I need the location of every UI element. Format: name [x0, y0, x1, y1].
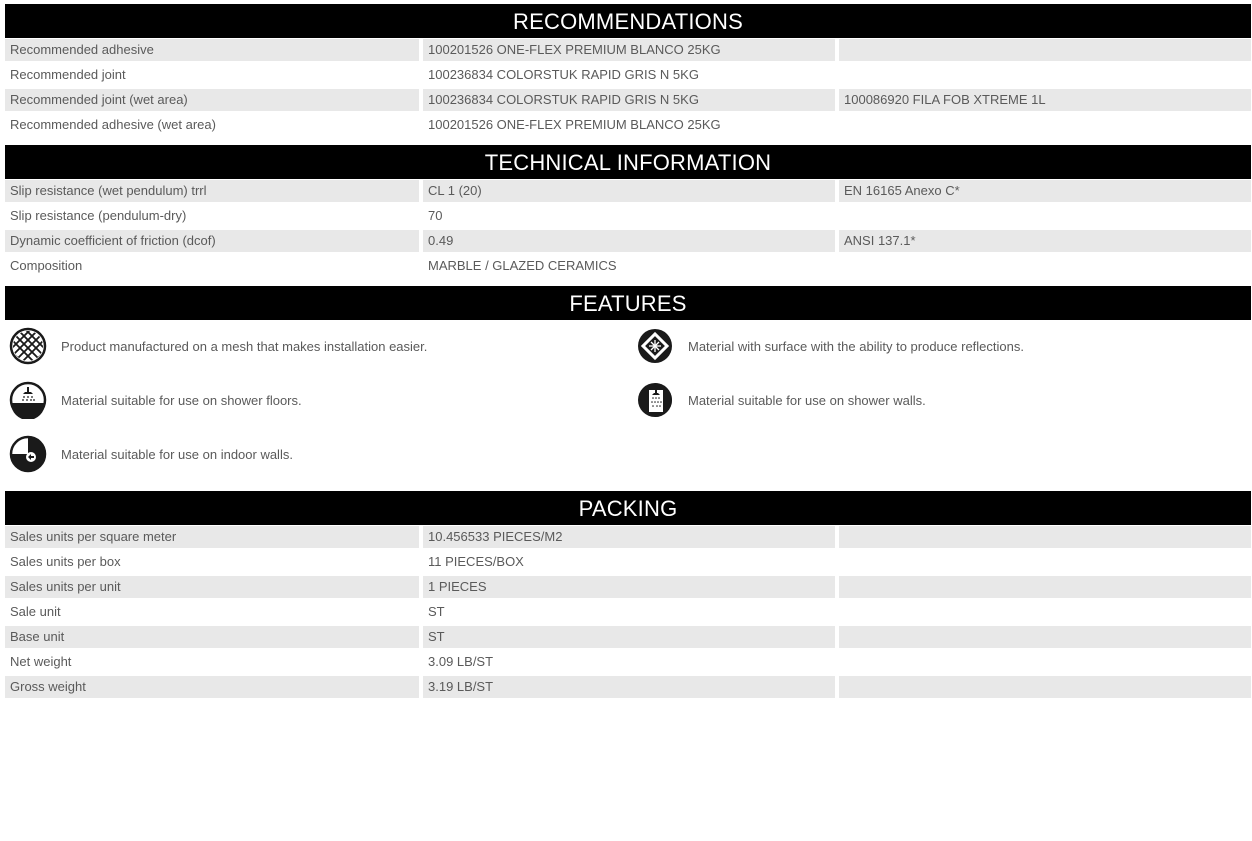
row-label: Composition: [10, 258, 83, 273]
row-extra: [839, 598, 1251, 625]
feature-text: Product manufactured on a mesh that make…: [61, 338, 428, 354]
feature-text: Material suitable for use on indoor wall…: [61, 446, 293, 462]
product-spec-sheet: RECOMMENDATIONS Recommended adhesive 100…: [5, 4, 1251, 698]
row-extra: [839, 252, 1251, 279]
feature-item: Material suitable for use on shower floo…: [9, 380, 302, 420]
table-row: Sales units per square meter 10.456533 P…: [5, 526, 1251, 548]
row-value: 3.19 LB/ST: [423, 676, 835, 698]
row-extra: [839, 526, 1251, 548]
table-row: Slip resistance (wet pendulum) trrl CL 1…: [5, 180, 1251, 202]
row-label: Recommended adhesive: [5, 39, 419, 61]
reflection-icon: [638, 329, 672, 363]
row-value: ST: [428, 604, 445, 619]
row-value: MARBLE / GLAZED CERAMICS: [428, 258, 617, 273]
feature-text: Material suitable for use on shower floo…: [61, 392, 302, 408]
row-extra: [839, 111, 1251, 138]
recommendations-header: RECOMMENDATIONS: [5, 4, 1251, 38]
table-row: Gross weight 3.19 LB/ST: [5, 676, 1251, 698]
row-value: 1 PIECES: [423, 576, 835, 598]
feature-item: Material suitable for use on indoor wall…: [9, 434, 293, 474]
row-extra: [839, 61, 1251, 88]
shower-wall-icon: [638, 383, 672, 417]
row-value: 3.09 LB/ST: [428, 654, 494, 669]
row-value: 100201526 ONE-FLEX PREMIUM BLANCO 25KG: [423, 39, 835, 61]
row-extra: EN 16165 Anexo C*: [839, 180, 1251, 202]
row-label: Recommended joint (wet area): [5, 89, 419, 111]
row-label: Sales units per box: [10, 554, 121, 569]
table-row: Recommended joint (wet area) 100236834 C…: [5, 89, 1251, 111]
row-label: Recommended adhesive (wet area): [10, 117, 216, 132]
table-row: Sale unit ST: [5, 598, 1251, 625]
row-label: Sales units per unit: [5, 576, 419, 598]
row-value: 11 PIECES/BOX: [428, 554, 524, 569]
packing-header: PACKING: [5, 491, 1251, 525]
row-label: Base unit: [5, 626, 419, 648]
row-value: 100201526 ONE-FLEX PREMIUM BLANCO 25KG: [428, 117, 721, 132]
technical-header: TECHNICAL INFORMATION: [5, 145, 1251, 179]
row-extra: 100086920 FILA FOB XTREME 1L: [839, 89, 1251, 111]
row-extra: [839, 576, 1251, 598]
feature-item: Product manufactured on a mesh that make…: [9, 326, 427, 366]
row-label: Sale unit: [10, 604, 61, 619]
features-header: FEATURES: [5, 286, 1251, 320]
table-row: Recommended adhesive 100201526 ONE-FLEX …: [5, 39, 1251, 61]
row-extra: [839, 648, 1251, 675]
feature-text: Material suitable for use on shower wall…: [688, 392, 926, 408]
row-extra: ANSI 137.1*: [839, 230, 1251, 252]
table-row: Composition MARBLE / GLAZED CERAMICS: [5, 252, 1251, 279]
row-label: Dynamic coefficient of friction (dcof): [5, 230, 419, 252]
table-row: Sales units per unit 1 PIECES: [5, 576, 1251, 598]
mesh-icon: [9, 327, 47, 365]
row-extra: [839, 202, 1251, 229]
row-value: 70: [428, 208, 443, 223]
table-row: Net weight 3.09 LB/ST: [5, 648, 1251, 675]
row-label: Recommended joint: [10, 67, 126, 82]
row-extra: [839, 39, 1251, 61]
row-extra: [839, 676, 1251, 698]
table-row: Sales units per box 11 PIECES/BOX: [5, 548, 1251, 575]
indoor-wall-icon: [9, 435, 47, 473]
shower-floor-icon: [9, 381, 47, 419]
feature-item: Material with surface with the ability t…: [636, 326, 1024, 366]
row-value: ST: [423, 626, 835, 648]
row-label: Net weight: [10, 654, 72, 669]
row-label: Sales units per square meter: [5, 526, 419, 548]
features-list: Product manufactured on a mesh that make…: [5, 320, 1251, 491]
row-value: 0.49: [423, 230, 835, 252]
row-extra: [839, 548, 1251, 575]
row-value: CL 1 (20): [423, 180, 835, 202]
row-label: Slip resistance (wet pendulum) trrl: [5, 180, 419, 202]
row-extra: [839, 626, 1251, 648]
row-label: Gross weight: [5, 676, 419, 698]
row-value: 10.456533 PIECES/M2: [423, 526, 835, 548]
row-value: 100236834 COLORSTUK RAPID GRIS N 5KG: [428, 67, 699, 82]
table-row: Slip resistance (pendulum-dry) 70: [5, 202, 1251, 229]
table-row: Recommended joint 100236834 COLORSTUK RA…: [5, 61, 1251, 88]
row-value: 100236834 COLORSTUK RAPID GRIS N 5KG: [423, 89, 835, 111]
table-row: Recommended adhesive (wet area) 10020152…: [5, 111, 1251, 138]
table-row: Base unit ST: [5, 626, 1251, 648]
feature-text: Material with surface with the ability t…: [688, 338, 1024, 354]
feature-item: Material suitable for use on shower wall…: [636, 380, 926, 420]
table-row: Dynamic coefficient of friction (dcof) 0…: [5, 230, 1251, 252]
row-label: Slip resistance (pendulum-dry): [10, 208, 187, 223]
